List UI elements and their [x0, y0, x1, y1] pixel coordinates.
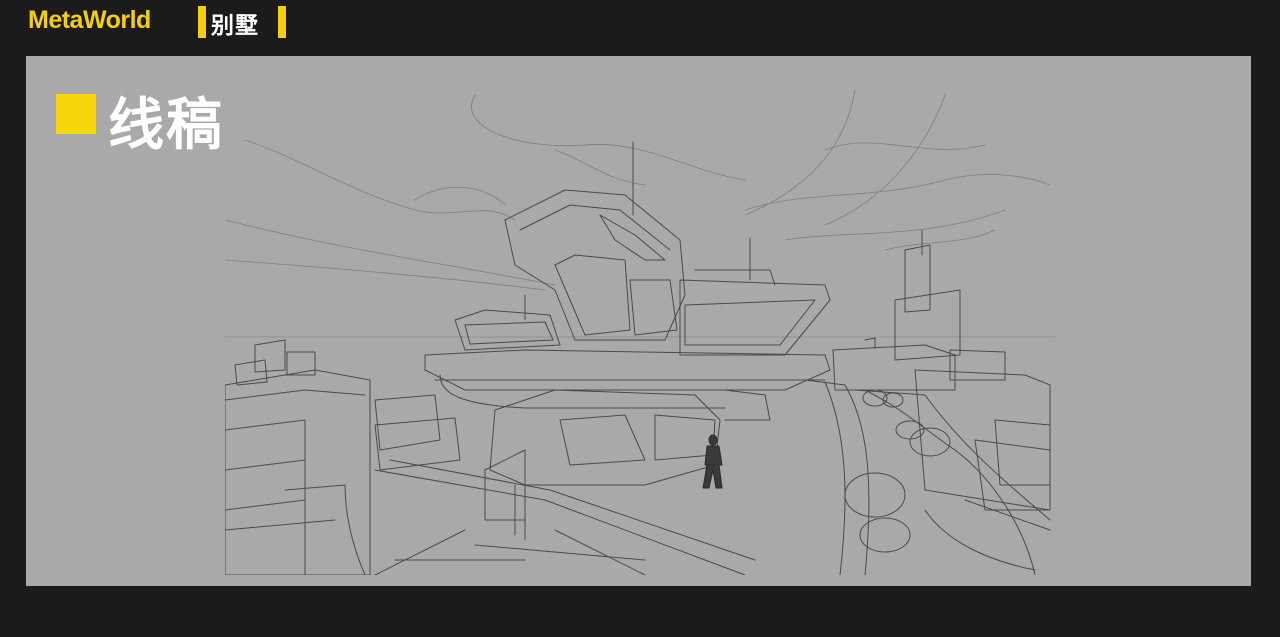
brand-logo: MetaWorld	[28, 6, 151, 34]
top-bar: MetaWorld 别墅	[0, 0, 1280, 41]
line-art-sketch	[225, 90, 1055, 575]
sky-lines	[225, 90, 1051, 291]
category-bracket-right	[278, 6, 286, 38]
bottom-bar	[0, 598, 1280, 637]
category-bracket-left	[198, 6, 206, 38]
category-label: 别墅	[211, 13, 259, 39]
section-marker-icon	[56, 94, 96, 134]
section-title: 线稿	[108, 93, 224, 158]
character-figure	[702, 434, 723, 489]
